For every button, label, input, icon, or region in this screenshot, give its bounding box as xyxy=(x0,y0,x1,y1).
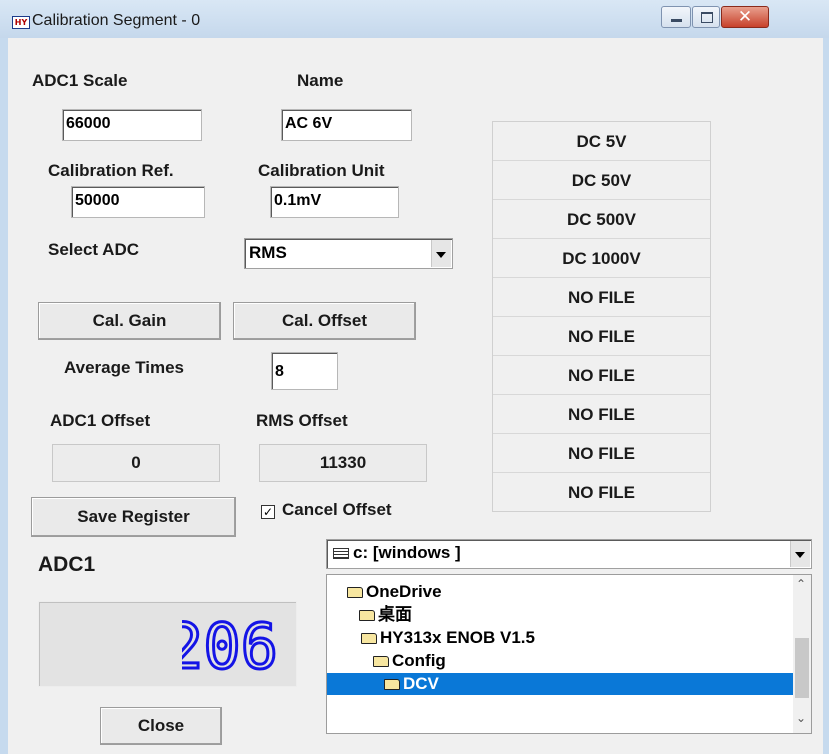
calibration-ref-label: Calibration Ref. xyxy=(48,161,174,180)
folder-label: DCV xyxy=(403,674,439,693)
minimize-icon xyxy=(671,19,682,22)
segment-button-empty-9[interactable]: NO FILE xyxy=(493,434,710,473)
calibration-unit-input[interactable]: 0.1mV xyxy=(270,186,399,218)
scroll-down-icon[interactable]: ⌄ xyxy=(796,711,806,725)
adc1-reading-digits: 206 xyxy=(182,610,278,676)
drive-select-value: c: [windows ] xyxy=(333,543,461,563)
segment-button-empty-5[interactable]: NO FILE xyxy=(493,278,710,317)
select-adc-label: Select ADC xyxy=(48,240,140,259)
adc1-scale-label: ADC1 Scale xyxy=(32,71,128,90)
folder-open-icon xyxy=(384,679,400,690)
segment-button-empty-8[interactable]: NO FILE xyxy=(493,395,710,434)
select-adc-value: RMS xyxy=(249,243,287,262)
name-label: Name xyxy=(297,71,344,90)
name-input[interactable]: AC 6V xyxy=(281,109,412,141)
dialog-client-area: ADC1 Scale 66000 Name AC 6V Calibration … xyxy=(8,38,823,754)
drive-select-text: c: [windows ] xyxy=(353,543,461,562)
folder-label: Config xyxy=(392,651,446,670)
segment-button-dc-50v[interactable]: DC 50V xyxy=(493,161,710,200)
select-adc-dropdown-button[interactable] xyxy=(431,240,451,267)
folder-label: OneDrive xyxy=(366,582,442,601)
folder-item-desktop[interactable]: 桌面 xyxy=(359,604,412,626)
window-title: Calibration Segment - 0 xyxy=(32,12,201,29)
average-times-input[interactable]: 8 xyxy=(271,352,338,390)
segment-button-dc-1000v[interactable]: DC 1000V xyxy=(493,239,710,278)
drive-select-dropdown-button[interactable] xyxy=(790,541,810,567)
folder-label: HY313x ENOB V1.5 xyxy=(380,628,535,647)
adc1-display-label: ADC1 xyxy=(38,553,96,576)
segment-button-dc-500v[interactable]: DC 500V xyxy=(493,200,710,239)
average-times-label: Average Times xyxy=(64,358,185,377)
rms-offset-label: RMS Offset xyxy=(256,411,348,430)
rms-offset-value: 11330 xyxy=(259,444,427,482)
folder-open-icon xyxy=(359,610,375,621)
segment-list: DC 5V DC 50V DC 500V DC 1000V NO FILE NO… xyxy=(492,121,711,512)
folder-item-dcv-selected[interactable]: DCV xyxy=(327,673,793,695)
folder-open-icon xyxy=(347,587,363,598)
minimize-button[interactable] xyxy=(661,6,691,28)
calibration-unit-label: Calibration Unit xyxy=(258,161,385,180)
adc1-reading-value: 206 xyxy=(182,610,278,676)
folder-open-icon xyxy=(373,656,389,667)
app-icon: HY xyxy=(12,16,30,29)
tree-scrollbar[interactable]: ⌃ ⌄ xyxy=(793,575,811,733)
close-button[interactable]: Close xyxy=(100,707,222,745)
maximize-icon xyxy=(701,12,713,23)
cancel-offset-checkbox[interactable]: ✓ xyxy=(261,505,275,519)
close-window-button[interactable]: ✕ xyxy=(721,6,769,28)
adc1-offset-value: 0 xyxy=(52,444,220,482)
maximize-button[interactable] xyxy=(692,6,720,28)
folder-open-icon xyxy=(361,633,377,644)
folder-label: 桌面 xyxy=(378,605,412,624)
adc1-reading-display: 206 xyxy=(38,601,297,687)
adc1-offset-label: ADC1 Offset xyxy=(50,411,151,430)
select-adc-dropdown[interactable]: RMS xyxy=(244,238,453,269)
segment-button-dc-5v[interactable]: DC 5V xyxy=(493,122,710,161)
adc1-scale-input[interactable]: 66000 xyxy=(62,109,202,141)
title-bar[interactable]: HY Calibration Segment - 0 ✕ xyxy=(0,0,829,38)
folder-item-onedrive[interactable]: OneDrive xyxy=(347,581,442,603)
segment-button-empty-7[interactable]: NO FILE xyxy=(493,356,710,395)
cancel-offset-label: Cancel Offset xyxy=(282,500,392,519)
chevron-down-icon xyxy=(795,552,805,558)
folder-item-config[interactable]: Config xyxy=(373,650,446,672)
folder-item-hy313x[interactable]: HY313x ENOB V1.5 xyxy=(361,627,535,649)
save-register-button[interactable]: Save Register xyxy=(31,497,236,537)
window-frame: HY Calibration Segment - 0 ✕ ADC1 Scale … xyxy=(0,0,829,754)
scroll-thumb[interactable] xyxy=(795,638,809,698)
directory-tree[interactable]: OneDrive 桌面 HY313x ENOB V1.5 Config DCV … xyxy=(326,574,812,734)
close-icon: ✕ xyxy=(737,7,753,27)
segment-button-empty-6[interactable]: NO FILE xyxy=(493,317,710,356)
cal-gain-button[interactable]: Cal. Gain xyxy=(38,302,221,340)
cal-offset-button[interactable]: Cal. Offset xyxy=(233,302,416,340)
drive-icon xyxy=(333,548,349,559)
calibration-ref-input[interactable]: 50000 xyxy=(71,186,205,218)
chevron-down-icon xyxy=(436,252,446,258)
drive-select[interactable]: c: [windows ] xyxy=(326,539,812,569)
scroll-up-icon[interactable]: ⌃ xyxy=(796,577,806,591)
segment-button-empty-10[interactable]: NO FILE xyxy=(493,473,710,512)
